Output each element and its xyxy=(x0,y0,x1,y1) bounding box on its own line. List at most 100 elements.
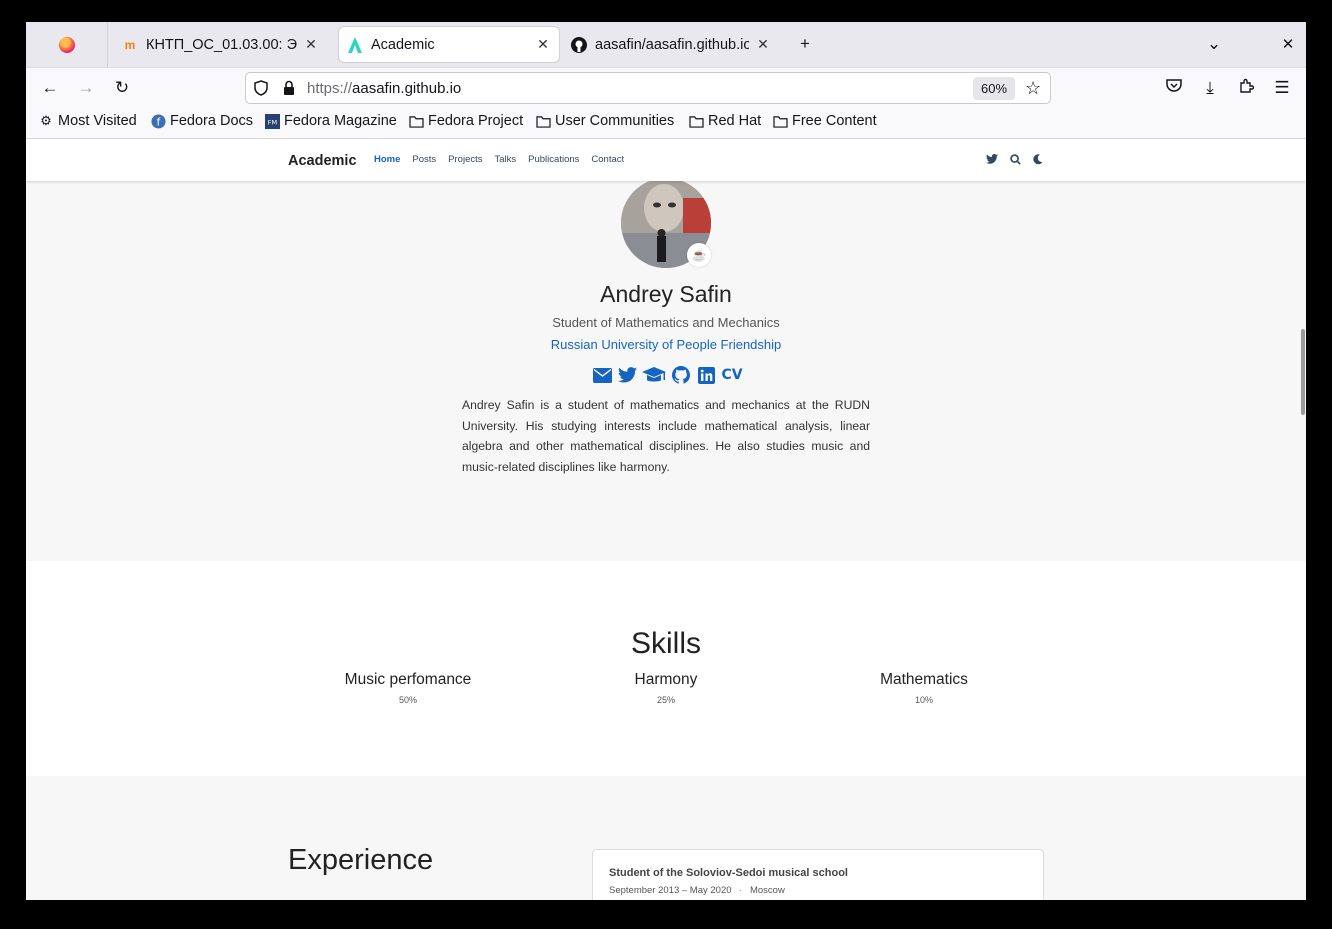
folder-icon xyxy=(408,113,424,129)
svg-text:f: f xyxy=(156,116,160,128)
tab-academic[interactable]: Academic ✕ xyxy=(339,27,559,62)
navigation-toolbar: ← → ↻ https://aasafin.github.io 60% ☆ ⤓ xyxy=(26,67,1306,107)
linkedin-icon[interactable] xyxy=(696,365,716,385)
bookmark-label: User Communities xyxy=(555,113,675,129)
close-window-button[interactable]: ✕ xyxy=(1276,32,1300,56)
download-icon: ⤓ xyxy=(1206,78,1214,97)
list-all-tabs-button[interactable]: ⌄ xyxy=(1202,32,1226,56)
experience-title: Experience xyxy=(288,844,434,876)
graduation-cap-icon[interactable] xyxy=(642,365,666,385)
skills-title: Skills xyxy=(630,627,701,660)
bookmark-free-content[interactable]: Free Content xyxy=(772,113,877,129)
bookmark-fedora-docs[interactable]: f Fedora Docs xyxy=(150,113,253,129)
star-icon[interactable]: ☆ xyxy=(1025,78,1041,99)
nav-talks[interactable]: Talks xyxy=(495,154,517,165)
nav-home[interactable]: Home xyxy=(374,154,400,165)
arrow-left-icon: ← xyxy=(41,78,59,97)
bookmark-red-hat[interactable]: Red Hat xyxy=(688,113,761,129)
nav-posts[interactable]: Posts xyxy=(412,154,436,165)
hamburger-icon: ☰ xyxy=(1274,78,1290,97)
new-tab-button[interactable]: + xyxy=(793,32,817,56)
tab-github[interactable]: aasafin/aasafin.github.io ✕ xyxy=(563,27,779,62)
twitter-icon[interactable] xyxy=(617,365,637,385)
reload-button[interactable]: ↻ xyxy=(110,76,134,100)
experience-section: Experience Student of the Soloviov-Sedoi… xyxy=(26,776,1306,900)
pocket-button[interactable] xyxy=(1162,76,1186,100)
bookmark-user-communities[interactable]: User Communities xyxy=(535,113,674,129)
skill-percent: 10% xyxy=(914,695,933,705)
zoom-reset-button[interactable]: 60% xyxy=(973,77,1015,100)
bookmark-fedora-magazine[interactable]: FM Fedora Magazine xyxy=(264,113,397,129)
site-header: Academic Home Posts Projects Talks Publi… xyxy=(26,139,1306,181)
close-icon[interactable]: ✕ xyxy=(535,36,551,53)
skill-item: Music perfomance 50% xyxy=(288,671,528,705)
puzzle-icon xyxy=(1238,78,1255,99)
skill-name: Harmony xyxy=(634,671,698,688)
profile-name: Andrey Safin xyxy=(600,281,732,307)
tab-label: Academic xyxy=(371,36,435,53)
reload-icon: ↻ xyxy=(114,78,130,97)
envelope-icon[interactable] xyxy=(592,365,612,385)
lock-icon[interactable] xyxy=(282,80,296,101)
svg-text:FM: FM xyxy=(267,118,277,126)
close-icon: ✕ xyxy=(1281,36,1295,53)
downloads-button[interactable]: ⤓ xyxy=(1198,76,1222,100)
cv-link[interactable]: CV xyxy=(721,365,743,385)
close-icon[interactable]: ✕ xyxy=(303,36,319,53)
arrow-right-icon: → xyxy=(77,78,95,97)
folder-icon xyxy=(535,113,551,129)
nav-publications[interactable]: Publications xyxy=(528,154,579,165)
twitter-icon[interactable] xyxy=(985,152,999,166)
skill-item: Mathematics 10% xyxy=(804,671,1044,705)
bookmark-label: Free Content xyxy=(792,113,877,129)
chevron-down-icon: ⌄ xyxy=(1206,34,1222,53)
page-viewport: Academic Home Posts Projects Talks Publi… xyxy=(26,139,1306,900)
page-scrollbar[interactable] xyxy=(1301,329,1305,415)
folder-icon xyxy=(688,113,704,129)
bookmark-label: Fedora Project xyxy=(428,113,524,129)
moon-icon[interactable] xyxy=(1031,152,1045,166)
social-links: CV xyxy=(592,365,743,385)
moodle-icon: m xyxy=(124,37,136,52)
skill-name: Music perfomance xyxy=(344,671,472,688)
bookmarks-toolbar: ⚙ Most Visited f Fedora Docs FM Fedora M… xyxy=(26,107,1306,139)
forward-button[interactable]: → xyxy=(74,76,98,100)
profile-bio: Andrey Safin is a student of mathematics… xyxy=(462,398,870,474)
menu-button[interactable]: ☰ xyxy=(1270,76,1294,100)
browser-window: m КНТП_ОС_01.03.00: Этап ✕ Academic ✕ aa… xyxy=(26,22,1306,900)
bookmark-label: Fedora Magazine xyxy=(284,113,397,129)
bookmark-most-visited[interactable]: ⚙ Most Visited xyxy=(38,113,137,129)
tab-bar: m КНТП_ОС_01.03.00: Этап ✕ Academic ✕ aa… xyxy=(26,22,1306,67)
folder-icon xyxy=(772,113,788,129)
url-text[interactable]: https://aasafin.github.io xyxy=(307,80,461,97)
url-bar[interactable]: https://aasafin.github.io 60% ☆ xyxy=(245,72,1051,104)
experience-card: Student of the Soloviov-Sedoi musical sc… xyxy=(592,849,1044,900)
separator-dot: · xyxy=(739,885,743,896)
back-button[interactable]: ← xyxy=(38,76,62,100)
shield-icon[interactable] xyxy=(253,80,269,101)
tab-label: aasafin/aasafin.github.io xyxy=(595,36,749,53)
nav-contact[interactable]: Contact xyxy=(591,154,624,165)
skills-section: Skills Music perfomance 50% Harmony 25% … xyxy=(26,561,1306,776)
extensions-button[interactable] xyxy=(1234,76,1258,100)
github-icon[interactable] xyxy=(671,365,691,385)
url-scheme: https:// xyxy=(307,80,353,97)
skill-name: Mathematics xyxy=(880,671,968,688)
skill-item: Harmony 25% xyxy=(546,671,786,705)
nav-projects[interactable]: Projects xyxy=(448,154,482,165)
plus-icon: + xyxy=(800,34,810,53)
site-nav: Home Posts Projects Talks Publications C… xyxy=(374,154,636,165)
gear-icon: ⚙ xyxy=(40,113,52,128)
coffee-emoji-badge: ☕ xyxy=(687,243,711,267)
fedora-icon: f xyxy=(150,113,166,129)
bookmark-fedora-project[interactable]: Fedora Project xyxy=(408,113,523,129)
profile-role: Student of Mathematics and Mechanics xyxy=(552,315,780,330)
close-icon[interactable]: ✕ xyxy=(755,36,771,53)
site-brand[interactable]: Academic xyxy=(288,153,357,169)
tab-moodle[interactable]: m КНТП_ОС_01.03.00: Этап ✕ xyxy=(114,27,327,62)
profile-organization[interactable]: Russian University of People Friendship xyxy=(26,337,1306,352)
firefox-view-button[interactable] xyxy=(26,22,108,67)
experience-location: Moscow xyxy=(749,885,785,896)
experience-dates: September 2013 – May 2020 xyxy=(609,885,732,896)
search-icon[interactable] xyxy=(1008,152,1022,166)
